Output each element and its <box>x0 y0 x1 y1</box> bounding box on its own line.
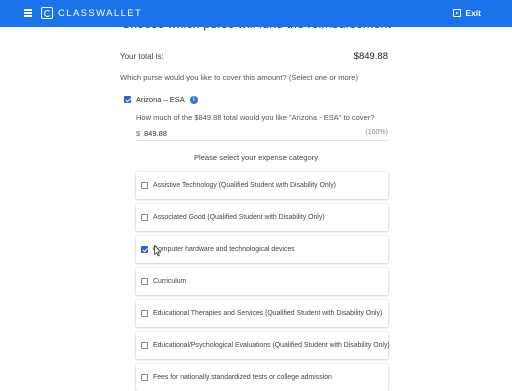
category-checkbox[interactable] <box>141 374 148 381</box>
top-bar: CLASSWALLET Exit <box>0 0 512 27</box>
amount-field: $ (100%) <box>136 128 388 141</box>
amount-input[interactable] <box>144 128 294 139</box>
info-icon[interactable]: i <box>189 95 198 104</box>
category-label: Educational Therapies and Services (Qual… <box>153 310 383 317</box>
category-item[interactable]: Assistive Technology (Qualified Student … <box>136 172 388 199</box>
category-checkbox[interactable] <box>141 182 148 189</box>
category-item[interactable]: Educational Therapies and Services (Qual… <box>136 300 388 327</box>
brand-name: CLASSWALLET <box>58 8 143 19</box>
category-checkbox[interactable] <box>141 214 148 221</box>
category-list: Assistive Technology (Qualified Student … <box>136 172 390 391</box>
classwallet-logo-icon <box>41 7 53 19</box>
hamburger-menu-icon[interactable] <box>24 9 32 17</box>
category-item[interactable]: Educational/Psychological Evaluations (Q… <box>136 332 390 359</box>
currency-symbol: $ <box>136 129 141 138</box>
category-label: Associated Good (Qualified Student with … <box>153 214 325 221</box>
total-row: Your total is: $849.88 <box>120 51 388 62</box>
mouse-pointer-icon <box>154 245 162 257</box>
category-label: Assistive Technology (Qualified Student … <box>153 182 336 189</box>
category-label: Computer hardware and technological devi… <box>153 246 295 253</box>
purse-option-arizona-esa[interactable]: Arizona – ESA i <box>124 95 198 104</box>
category-label: Curriculum <box>153 278 187 285</box>
category-item[interactable]: Fees for nationally standardized tests o… <box>136 364 388 391</box>
category-checkbox[interactable] <box>141 278 148 285</box>
purse-question: Which purse would you like to cover this… <box>120 73 359 82</box>
category-checkbox[interactable] <box>141 310 148 317</box>
category-heading: Please select your expense category <box>193 153 319 162</box>
exit-label: Exit <box>465 8 481 18</box>
category-item[interactable]: Curriculum <box>136 268 388 295</box>
purse-label: Arizona – ESA <box>136 95 185 104</box>
exit-icon <box>453 9 462 17</box>
amount-percent: (100%) <box>365 129 388 136</box>
amount-question: How much of the $849.88 total would you … <box>136 113 375 122</box>
total-label: Your total is: <box>120 52 164 61</box>
category-checkbox[interactable] <box>141 246 148 253</box>
total-value: $849.88 <box>353 51 388 62</box>
category-item[interactable]: Associated Good (Qualified Student with … <box>136 204 388 231</box>
category-label: Educational/Psychological Evaluations (Q… <box>153 342 390 349</box>
category-item[interactable]: Computer hardware and technological devi… <box>136 236 388 263</box>
category-checkbox[interactable] <box>141 342 148 349</box>
exit-button[interactable]: Exit <box>453 8 481 18</box>
purse-checkbox[interactable] <box>124 96 131 103</box>
category-label: Fees for nationally standardized tests o… <box>153 374 332 381</box>
